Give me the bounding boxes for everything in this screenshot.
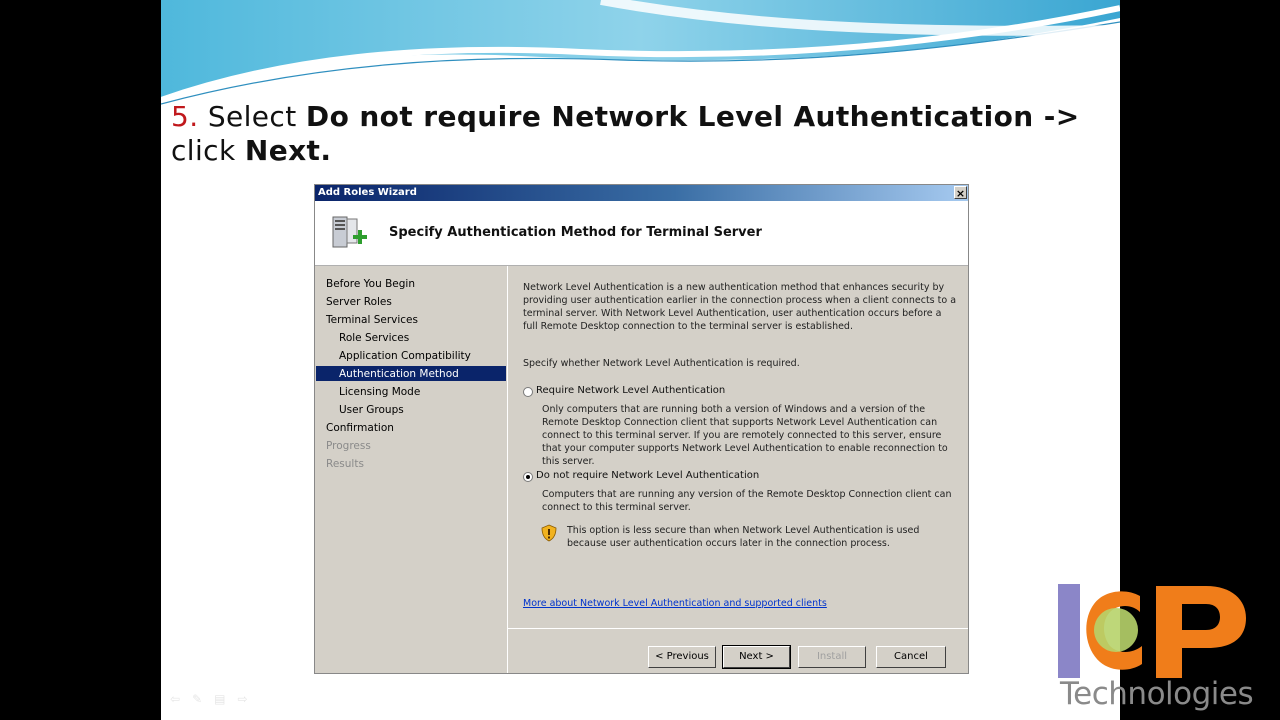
nla-prompt-text: Specify whether Network Level Authentica… [523,358,800,369]
nav-item-terminal-services[interactable]: Terminal Services [326,314,418,326]
nav-item-progress: Progress [326,440,371,452]
close-button[interactable]: × [954,186,967,200]
nav-item-server-roles[interactable]: Server Roles [326,296,392,308]
slide-instruction: 5. Select Do not require Network Level A… [171,100,1111,168]
step-number: 5. [171,100,199,133]
wizard-page-title: Specify Authentication Method for Termin… [389,225,762,240]
warning-text: This option is less secure than when Net… [567,525,920,549]
instruction-prefix: Select [207,100,297,133]
nav-item-before-you-begin[interactable]: Before You Begin [326,278,415,290]
nav-item-role-services[interactable]: Role Services [339,332,409,344]
previous-button[interactable]: < Previous [648,646,716,668]
install-button: Install [798,646,866,668]
wizard-button-bar: < Previous Next > Install Cancel [508,628,968,674]
instruction-bold: Do not require Network Level Authenticat… [305,100,1080,133]
server-add-icon [332,216,367,248]
nav-item-authentication-method[interactable]: Authentication Method [339,368,459,380]
window-title: Add Roles Wizard [318,187,417,198]
header-swoosh-graphic [161,0,1120,105]
nav-item-confirmation[interactable]: Confirmation [326,422,394,434]
add-roles-wizard-window: Add Roles Wizard × Specify Authenticatio… [314,184,969,674]
do-not-require-nla-description: Computers that are running any version o… [542,489,952,513]
more-about-nla-link[interactable]: More about Network Level Authentication … [523,598,827,609]
cancel-button[interactable]: Cancel [876,646,946,668]
logo-text: Technologies [1060,676,1254,712]
nav-item-user-groups[interactable]: User Groups [339,404,404,416]
slide: 5. Select Do not require Network Level A… [161,0,1120,720]
prev-slide-icon[interactable]: ⇦ [170,692,192,706]
icp-logo-mark [1058,584,1246,678]
do-not-require-nla-radio[interactable] [523,472,533,482]
warning-shield-icon [541,524,557,542]
wizard-content: Network Level Authentication is a new au… [508,266,968,626]
nav-item-licensing-mode[interactable]: Licensing Mode [339,386,420,398]
wizard-header: Specify Authentication Method for Termin… [315,201,968,266]
slide-controls: ⇦✎▤⇨ [170,692,260,706]
nla-intro-text: Network Level Authentication is a new au… [523,282,957,332]
icp-technologies-logo: Technologies [1056,582,1268,716]
require-nla-label[interactable]: Require Network Level Authentication [536,385,725,396]
instruction-line2-prefix: click [171,134,236,167]
menu-icon[interactable]: ▤ [214,692,237,706]
do-not-require-nla-label[interactable]: Do not require Network Level Authenticat… [536,470,759,481]
instruction-line2-bold: Next. [244,134,332,167]
require-nla-radio[interactable] [523,387,533,397]
nav-item-application-compatibility[interactable]: Application Compatibility [339,350,471,362]
window-titlebar: Add Roles Wizard × [315,185,968,201]
require-nla-description: Only computers that are running both a v… [542,404,948,467]
wizard-nav: Before You Begin Server Roles Terminal S… [315,266,508,673]
next-slide-icon[interactable]: ⇨ [237,692,259,706]
pen-icon[interactable]: ✎ [192,692,214,706]
next-button[interactable]: Next > [722,645,791,669]
nav-item-results: Results [326,458,364,470]
